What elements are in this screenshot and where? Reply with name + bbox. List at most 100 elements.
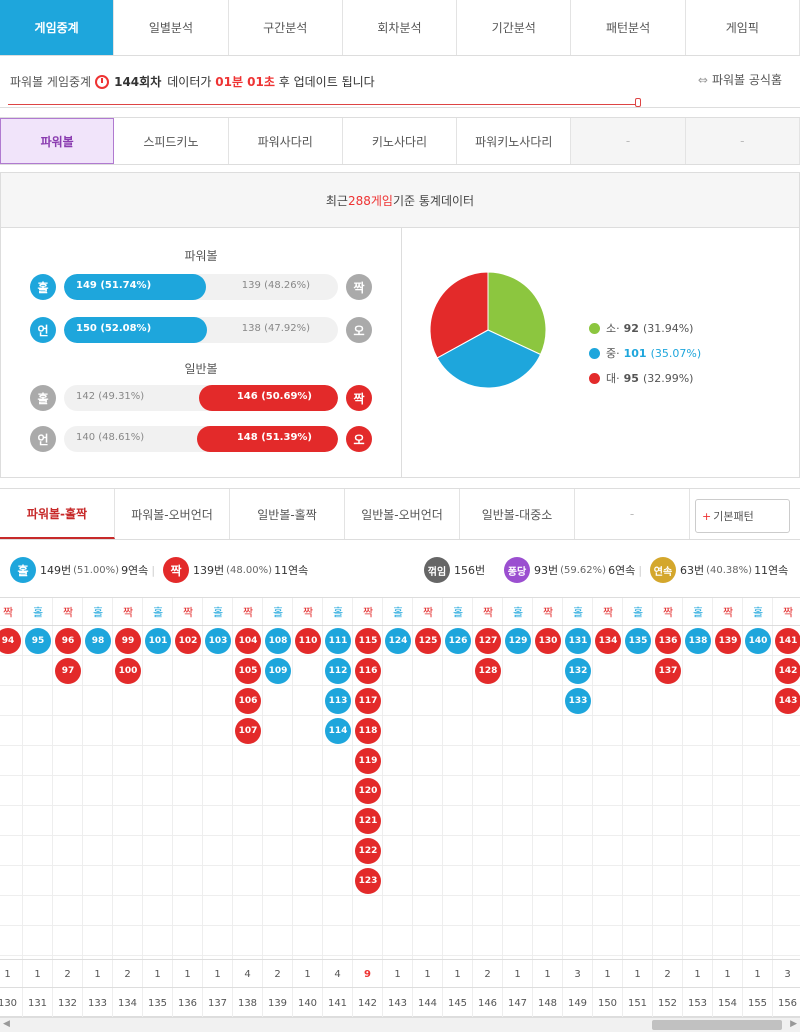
grid-cell: 98 [83, 626, 113, 656]
grid-cell [203, 926, 233, 956]
grid-cell: 142 [773, 656, 800, 686]
top-tab-1[interactable]: 일별분석 [114, 0, 229, 55]
grid-cell [203, 806, 233, 836]
powerball-right-icon-1: 오 [346, 317, 372, 343]
grid-cell [563, 896, 593, 926]
pattern-tab-5[interactable]: - [575, 489, 690, 539]
grid-cell [23, 896, 53, 926]
game-tab-0[interactable]: 파워볼 [0, 118, 115, 164]
grid-cell [113, 746, 143, 776]
grid-cell: 127 [473, 626, 503, 656]
powerball-title: 파워볼 [184, 249, 218, 263]
grid-cell [563, 866, 593, 896]
pattern-tab-1[interactable]: 파워볼-오버언더 [115, 489, 230, 539]
grid-cell [683, 716, 713, 746]
grid-cell [473, 836, 503, 866]
grid-cell [623, 776, 653, 806]
grid-cell [113, 686, 143, 716]
grid-cell [593, 686, 623, 716]
grid-cell: 110 [293, 626, 323, 656]
grid-cell [413, 926, 443, 956]
grid-cell [503, 896, 533, 926]
pattern-tab-2[interactable]: 일반볼-홀짝 [230, 489, 345, 539]
pattern-tab-3[interactable]: 일반볼-오버언더 [345, 489, 460, 539]
pie-legend-pct-2: (32.99%) [642, 371, 694, 385]
grid-cell [203, 686, 233, 716]
powerball-left-icon-0: 홀 [30, 274, 56, 300]
grid-cell [503, 656, 533, 686]
column-header: 짝 [0, 598, 23, 626]
top-tab-0[interactable]: 게임중계 [0, 0, 115, 55]
scroll-left-icon[interactable]: ◀ [3, 1019, 10, 1029]
game-tab-1[interactable]: 스피드키노 [114, 118, 229, 164]
summary-pong-pct: (59.62%) [560, 564, 607, 576]
pattern-column: 홀 101 [143, 598, 173, 959]
game-tab-3[interactable]: 키노사다리 [342, 118, 458, 164]
result-ball: 123 [355, 868, 381, 894]
pattern-column: 홀 95 [23, 598, 53, 959]
result-ball: 96 [55, 628, 81, 654]
grid-cell [263, 866, 293, 896]
stat-header: 최근 288게임 기준 통계데이터 [0, 172, 800, 228]
top-tab-4[interactable]: 기간분석 [457, 0, 572, 55]
basic-pattern-button[interactable]: + 기본패턴 [695, 499, 790, 533]
column-header: 홀 [563, 598, 593, 626]
grid-cell [233, 776, 263, 806]
result-ball: 137 [655, 658, 681, 684]
grid-cell [563, 926, 593, 956]
grid-cell [113, 716, 143, 746]
grid-cell [473, 806, 503, 836]
column-header: 홀 [743, 598, 773, 626]
column-number-cell: 134 [113, 988, 143, 1018]
grid-cell [533, 836, 563, 866]
grid-cell [503, 806, 533, 836]
pattern-tab-0[interactable]: 파워볼-홀짝 [0, 489, 115, 539]
grid-cell [203, 746, 233, 776]
status-bar: 파워볼 게임중계 144회차 데이터가 01분 01초 후 업데이트 됩니다 ⇔… [0, 56, 800, 108]
top-tab-3[interactable]: 회차분석 [342, 0, 458, 55]
column-number-cell: 154 [713, 988, 743, 1018]
scroll-thumb[interactable] [652, 1020, 782, 1030]
grid-cell: 126 [443, 626, 473, 656]
game-tab-5[interactable]: - [571, 118, 686, 164]
grid-cell [443, 686, 473, 716]
count-cell: 9 [353, 960, 383, 988]
grid-cell [263, 776, 293, 806]
pattern-column: 짝 134 [593, 598, 623, 959]
result-ball: 133 [565, 688, 591, 714]
game-tab-6[interactable]: - [685, 118, 800, 164]
top-tab-2[interactable]: 구간분석 [228, 0, 343, 55]
grid-cell [0, 806, 23, 836]
game-tab-4[interactable]: 파워키노사다리 [457, 118, 572, 164]
powerball-right-value-1: 138 (47.92%) [241, 323, 310, 334]
grid-cell [653, 746, 683, 776]
column-number-cell: 143 [383, 988, 413, 1018]
pattern-tab-4[interactable]: 일반볼-대중소 [460, 489, 575, 539]
result-ball: 134 [595, 628, 621, 654]
grid-cell [263, 716, 293, 746]
scroll-right-icon[interactable]: ▶ [790, 1019, 797, 1029]
grid-cell [323, 746, 353, 776]
grid-cell [743, 776, 773, 806]
grid-cell: 120 [353, 776, 383, 806]
column-number-cell: 141 [323, 988, 353, 1018]
grid-cell: 97 [53, 656, 83, 686]
column-number-cell: 136 [173, 988, 203, 1018]
grid-cell [773, 836, 800, 866]
pattern-column: 짝 115 116 117 118 119 120 121 122 123 [353, 598, 383, 959]
grid-cell [53, 806, 83, 836]
grid-cell [473, 926, 503, 956]
top-tab-6[interactable]: 게임픽 [685, 0, 800, 55]
grid-cell [413, 836, 443, 866]
grid-cell [473, 716, 503, 746]
column-header: 홀 [203, 598, 233, 626]
status-text-1: 데이터가 [167, 75, 212, 89]
top-tab-5[interactable]: 패턴분석 [571, 0, 686, 55]
pattern-column: 짝 139 [713, 598, 743, 959]
grid-cell [653, 686, 683, 716]
grid-cell [623, 896, 653, 926]
official-site-label: 파워볼 공식홈 [711, 73, 782, 87]
horizontal-scrollbar[interactable]: ◀ ▶ [0, 1017, 800, 1032]
game-tab-2[interactable]: 파워사다리 [228, 118, 343, 164]
official-site-link[interactable]: ⇔ 파워볼 공식홈 [698, 71, 782, 88]
